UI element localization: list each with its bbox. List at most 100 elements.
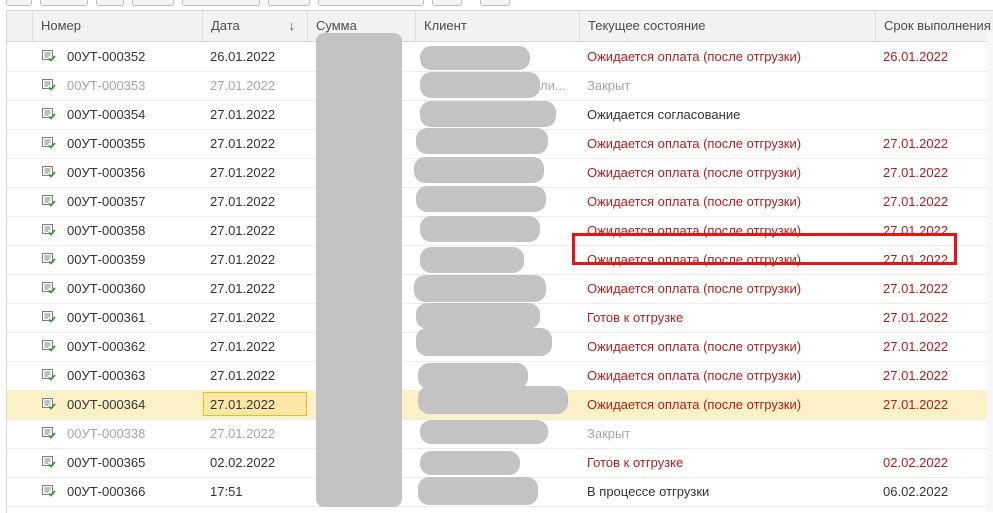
order-state: Ожидается оплата (после отгрузки) — [587, 165, 802, 180]
redacted-client — [414, 157, 544, 183]
order-state: Ожидается оплата (после отгрузки) — [587, 339, 802, 354]
header-number[interactable]: Номер — [33, 11, 203, 41]
toolbar-button[interactable] — [6, 0, 32, 6]
order-date: 27.01.2022 — [210, 339, 276, 354]
header-date-label: Дата — [211, 18, 240, 33]
order-deadline: 27.01.2022 — [883, 339, 949, 354]
document-posted-icon — [42, 427, 56, 439]
order-number: 00УТ-000366 — [67, 484, 146, 499]
redacted-client — [414, 275, 546, 302]
order-number: 00УТ-000365 — [67, 455, 146, 470]
document-posted-icon — [42, 79, 56, 91]
order-deadline: 06.02.2022 — [883, 484, 949, 499]
document-posted-icon — [42, 253, 56, 265]
toolbar-button[interactable] — [480, 0, 510, 6]
client-fragment: ли... — [540, 78, 566, 93]
order-deadline: 27.01.2022 — [883, 368, 949, 383]
header-state[interactable]: Текущее состояние — [580, 11, 876, 41]
order-number: 00УТ-000360 — [67, 281, 146, 296]
document-posted-icon — [42, 340, 56, 352]
redacted-client — [420, 247, 524, 273]
redacted-client — [420, 216, 540, 242]
header-deadline[interactable]: Срок выполнения — [876, 11, 993, 41]
order-number: 00УТ-000358 — [67, 223, 146, 238]
document-posted-icon — [42, 108, 56, 120]
order-state: Ожидается оплата (после отгрузки) — [587, 368, 802, 383]
document-posted-icon — [42, 369, 56, 381]
document-posted-icon — [42, 137, 56, 149]
document-posted-icon — [42, 485, 56, 497]
order-date: 27.01.2022 — [210, 368, 276, 383]
toolbar-button[interactable] — [96, 0, 124, 6]
order-date: 26.01.2022 — [210, 49, 276, 64]
order-deadline: 27.01.2022 — [883, 281, 949, 296]
order-state: Закрыт — [587, 78, 631, 93]
order-number: 00УТ-000364 — [67, 397, 146, 412]
order-state: Ожидается оплата (после отгрузки) — [587, 194, 802, 209]
redacted-client — [418, 477, 538, 505]
order-state: Готов к отгрузке — [587, 455, 684, 470]
order-deadline: 27.01.2022 — [883, 310, 949, 325]
document-posted-icon — [42, 195, 56, 207]
redacted-client — [416, 328, 552, 356]
order-number: 00УТ-000359 — [67, 252, 146, 267]
order-date: 17:51 — [210, 484, 243, 499]
order-number: 00УТ-000363 — [67, 368, 146, 383]
order-state: Ожидается оплата (после отгрузки) — [587, 136, 802, 151]
order-deadline: 27.01.2022 — [883, 165, 949, 180]
redacted-client — [416, 303, 540, 329]
order-number: 00УТ-000354 — [67, 107, 146, 122]
header-date[interactable]: Дата ↓ — [203, 11, 308, 41]
sort-descending-icon: ↓ — [288, 18, 296, 33]
redacted-client — [416, 186, 546, 212]
redacted-client — [420, 420, 548, 444]
redacted-sum-column — [316, 33, 402, 507]
order-state: Ожидается оплата (после отгрузки) — [587, 281, 802, 296]
order-number: 00УТ-000352 — [67, 49, 146, 64]
order-number: 00УТ-000362 — [67, 339, 146, 354]
toolbar-button[interactable] — [318, 0, 424, 6]
order-state: Закрыт — [587, 426, 631, 441]
vertical-scrollbar[interactable] — [987, 30, 993, 512]
toolbar-button[interactable] — [268, 0, 310, 6]
order-date: 27.01.2022 — [210, 194, 276, 209]
document-posted-icon — [42, 50, 56, 62]
order-state: Ожидается оплата (после отгрузки) — [587, 397, 802, 412]
order-deadline: 26.01.2022 — [883, 49, 949, 64]
header-client[interactable]: Клиент — [416, 11, 580, 41]
document-posted-icon — [42, 311, 56, 323]
document-posted-icon — [42, 282, 56, 294]
order-date: 27.01.2022 — [210, 310, 276, 325]
toolbar-button[interactable] — [132, 0, 174, 6]
toolbar-button[interactable] — [40, 0, 88, 6]
redacted-client — [420, 46, 530, 70]
order-deadline — [883, 419, 993, 448]
order-date: 27.01.2022 — [210, 252, 276, 267]
order-number: 00УТ-000356 — [67, 165, 146, 180]
redacted-client — [420, 72, 540, 98]
order-date: 02.02.2022 — [210, 455, 276, 470]
order-date: 27.01.2022 — [210, 136, 276, 151]
header-icon-column[interactable] — [7, 11, 33, 41]
document-posted-icon — [42, 398, 56, 410]
order-deadline: 02.02.2022 — [883, 455, 949, 470]
order-date: 27.01.2022 — [210, 426, 276, 441]
order-deadline: 27.01.2022 — [883, 194, 949, 209]
document-posted-icon — [42, 456, 56, 468]
redacted-client — [416, 128, 548, 154]
order-date: 27.01.2022 — [210, 165, 276, 180]
order-date: 27.01.2022 — [210, 107, 276, 122]
order-number: 00УТ-000357 — [67, 194, 146, 209]
order-state: Готов к отгрузке — [587, 310, 684, 325]
redacted-client — [418, 386, 568, 414]
order-date: 27.01.2022 — [210, 397, 276, 412]
toolbar-button[interactable] — [182, 0, 260, 6]
order-state: Ожидается согласование — [587, 107, 741, 122]
order-state: В процессе отгрузки — [587, 484, 710, 499]
toolbar — [0, 0, 993, 8]
order-number: 00УТ-000355 — [67, 136, 146, 151]
order-date: 27.01.2022 — [210, 281, 276, 296]
document-posted-icon — [42, 224, 56, 236]
document-posted-icon — [42, 166, 56, 178]
toolbar-button[interactable] — [432, 0, 462, 6]
